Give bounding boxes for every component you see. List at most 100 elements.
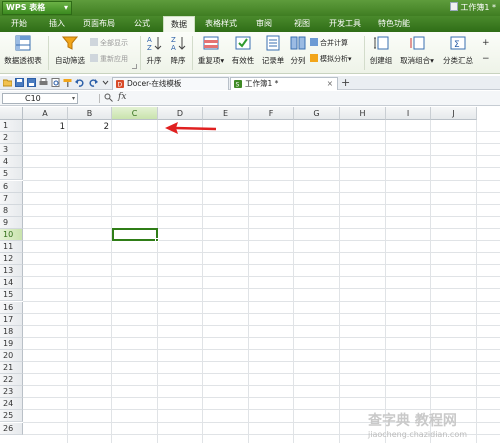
chevron-down-icon[interactable]: ▾: [72, 94, 75, 104]
row-header-4[interactable]: 4: [0, 156, 23, 169]
print-preview-icon[interactable]: [51, 78, 60, 87]
cell-a1[interactable]: 1: [23, 121, 68, 133]
row-header-11[interactable]: 11: [0, 241, 23, 253]
tab-review[interactable]: 审阅: [247, 16, 281, 32]
row-header-8[interactable]: 8: [0, 204, 23, 217]
active-cell-selection[interactable]: [112, 228, 159, 242]
pivot-table-icon: [15, 35, 31, 51]
row-header-6[interactable]: 6: [0, 180, 23, 193]
column-header-d[interactable]: D: [158, 107, 203, 120]
fill-handle[interactable]: [155, 238, 159, 242]
duplicates-button[interactable]: 重复项▾: [194, 35, 228, 66]
filter-funnel-icon: [62, 36, 78, 50]
cell-b1[interactable]: 2: [68, 121, 112, 133]
show-detail-button[interactable]: +: [482, 38, 490, 48]
insert-function-button[interactable]: fx: [118, 92, 126, 102]
consolidate-button[interactable]: 合并计算: [310, 38, 348, 48]
undo-icon[interactable]: [75, 78, 84, 87]
row-header-9[interactable]: 9: [0, 216, 23, 229]
row-gridline: [23, 240, 500, 241]
column-header-f[interactable]: F: [249, 107, 294, 120]
column-header-g[interactable]: G: [294, 107, 340, 120]
sort-ascending-button[interactable]: AZ 升序: [143, 35, 165, 66]
column-header-c[interactable]: C: [112, 107, 158, 120]
hide-detail-button[interactable]: −: [482, 54, 490, 64]
save-icon[interactable]: [15, 78, 24, 87]
row-header-7[interactable]: 7: [0, 192, 23, 205]
row-header-26[interactable]: 26: [0, 422, 23, 435]
ribbon-separator: [48, 36, 49, 70]
row-header-14[interactable]: 14: [0, 277, 23, 290]
format-painter-icon[interactable]: [63, 78, 72, 87]
close-tab-icon[interactable]: ×: [327, 78, 333, 90]
row-header-10[interactable]: 10: [0, 228, 23, 241]
auto-filter-button[interactable]: 自动筛选: [52, 35, 88, 66]
workbook-title[interactable]: 工作簿1 *: [450, 2, 496, 13]
row-header-19[interactable]: 19: [0, 337, 23, 350]
tab-data[interactable]: 数据: [163, 16, 195, 33]
sort-descending-button[interactable]: ZA 降序: [167, 35, 189, 66]
reapply-button[interactable]: 重新应用: [90, 54, 128, 64]
select-all-corner[interactable]: [0, 107, 23, 120]
save-as-icon[interactable]: [27, 78, 36, 87]
column-header-j[interactable]: J: [431, 107, 477, 120]
doc-tab-workbook1[interactable]: S 工作簿1 * ×: [230, 77, 338, 90]
column-header-h[interactable]: H: [340, 107, 386, 120]
redo-icon[interactable]: [89, 78, 98, 87]
row-header-2[interactable]: 2: [0, 132, 23, 145]
tab-developer[interactable]: 开发工具: [323, 16, 367, 32]
tab-home[interactable]: 开始: [2, 16, 36, 32]
split-column-button[interactable]: 分列: [287, 35, 309, 66]
column-header-i[interactable]: I: [386, 107, 431, 120]
row-header-12[interactable]: 12: [0, 253, 23, 266]
tab-special-features[interactable]: 特色功能: [371, 16, 417, 32]
print-icon[interactable]: [39, 78, 48, 87]
doc-tab-docer-templates[interactable]: D Docer-在线模板: [112, 77, 229, 90]
row-header-5[interactable]: 5: [0, 168, 23, 181]
row-header-17[interactable]: 17: [0, 313, 23, 326]
record-sheet-button[interactable]: 记录单: [259, 35, 287, 66]
row-header-25[interactable]: 25: [0, 410, 23, 423]
zoom-icon[interactable]: [104, 93, 113, 102]
what-if-analysis-button[interactable]: 模拟分析▾: [310, 54, 352, 64]
row-header-15[interactable]: 15: [0, 289, 23, 302]
row-header-13[interactable]: 13: [0, 265, 23, 278]
column-gridline: [293, 120, 294, 443]
show-all-button[interactable]: 全部显示: [90, 38, 128, 48]
tab-insert[interactable]: 插入: [40, 16, 74, 32]
svg-text:Z: Z: [147, 44, 152, 51]
open-folder-icon[interactable]: [3, 78, 12, 87]
row-header-3[interactable]: 3: [0, 144, 23, 157]
new-tab-button[interactable]: +: [341, 76, 350, 89]
row-header-18[interactable]: 18: [0, 325, 23, 338]
row-header-23[interactable]: 23: [0, 386, 23, 399]
row-header-16[interactable]: 16: [0, 301, 23, 314]
tab-table-style[interactable]: 表格样式: [199, 16, 243, 32]
pivot-table-button[interactable]: 数据透视表: [3, 35, 43, 66]
row-header-22[interactable]: 22: [0, 374, 23, 387]
create-group-button[interactable]: 创建组: [366, 35, 396, 66]
auto-filter-label: 自动筛选: [55, 56, 85, 65]
tab-formulas[interactable]: 公式: [124, 16, 160, 32]
filter-group-dialog-launcher[interactable]: [132, 64, 137, 69]
row-header-21[interactable]: 21: [0, 362, 23, 374]
spreadsheet-grid[interactable]: ABCDEFGHIJ 1 2 3 4 5 6 7 8 9 10 11 12 13 14 15 16 17 18 19…: [0, 107, 500, 443]
row-header-24[interactable]: 24: [0, 398, 23, 411]
column-header-e[interactable]: E: [203, 107, 249, 120]
customize-toolbar-icon[interactable]: [101, 78, 110, 87]
app-menu-button[interactable]: WPS 表格 ▾: [2, 1, 72, 15]
menu-tab-bar: 开始 插入 页面布局 公式 数据 表格样式 审阅 视图 开发工具 特色功能: [0, 16, 500, 33]
validity-button[interactable]: 有效性: [229, 35, 257, 66]
tab-page-layout[interactable]: 页面布局: [78, 16, 120, 32]
tab-view[interactable]: 视图: [285, 16, 319, 32]
formula-input[interactable]: [136, 92, 496, 105]
name-box[interactable]: C10 ▾: [2, 93, 78, 104]
subtotal-button[interactable]: Σ 分类汇总: [439, 35, 477, 66]
ungroup-button[interactable]: 取消组合▾: [397, 35, 437, 66]
column-header-b[interactable]: B: [68, 107, 112, 120]
column-header-a[interactable]: A: [23, 107, 68, 120]
row-header-20[interactable]: 20: [0, 349, 23, 362]
row-header-1[interactable]: 1: [0, 120, 23, 132]
row-gridline: [23, 361, 500, 362]
create-group-label: 创建组: [369, 56, 393, 65]
